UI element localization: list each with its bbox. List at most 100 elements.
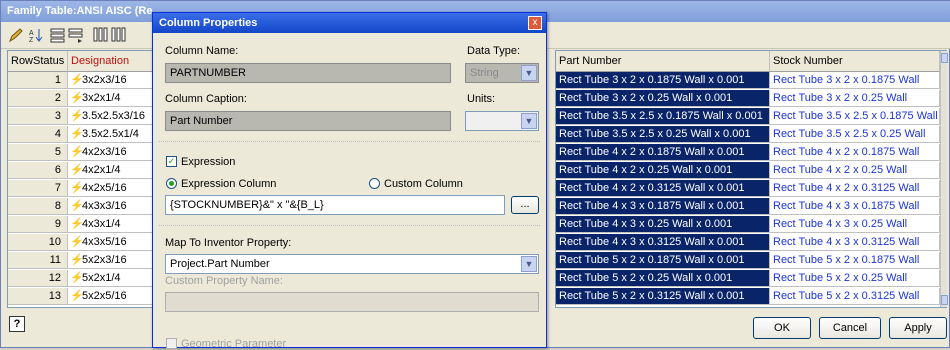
stock-number-cell[interactable]: Rect Tube 5 x 2 x 0.3125 Wall xyxy=(770,288,940,305)
lightning-icon: ⚡ xyxy=(70,254,84,266)
units-select[interactable]: ▼ xyxy=(465,111,539,131)
vertical-scrollbar[interactable] xyxy=(940,51,948,307)
close-icon[interactable]: x xyxy=(528,16,542,30)
header-part-number[interactable]: Part Number xyxy=(556,51,770,72)
stock-number-cell[interactable]: Rect Tube 3 x 2 x 0.25 Wall xyxy=(770,90,940,107)
units-label: Units: xyxy=(467,93,496,105)
designation-text: 4x3x1/4 xyxy=(82,218,121,230)
designation-cell[interactable]: ⚡ 4x3x5/16 xyxy=(68,234,154,251)
insert-column-right-icon[interactable] xyxy=(109,26,126,42)
row-status-cell[interactable]: 3 xyxy=(8,108,68,125)
apply-button[interactable]: Apply xyxy=(889,317,947,339)
part-number-cell[interactable]: Rect Tube 5 x 2 x 0.25 Wall x 0.001 xyxy=(556,270,770,287)
stock-number-cell[interactable]: Rect Tube 3 x 2 x 0.1875 Wall xyxy=(770,72,940,89)
scroll-up-arrow-icon[interactable] xyxy=(941,53,948,63)
data-type-value: String xyxy=(470,67,499,79)
row-status-cell[interactable]: 10 xyxy=(8,234,68,251)
designation-cell[interactable]: ⚡ 3x2x3/16 xyxy=(68,72,154,89)
lightning-icon: ⚡ xyxy=(70,290,84,302)
part-number-cell[interactable]: Rect Tube 5 x 2 x 0.1875 Wall x 0.001 xyxy=(556,252,770,269)
designation-cell[interactable]: ⚡ 4x3x3/16 xyxy=(68,198,154,215)
insert-row-above-icon[interactable] xyxy=(49,26,65,43)
row-status-cell[interactable]: 13 xyxy=(8,288,68,305)
row-status-cell[interactable]: 4 xyxy=(8,126,68,143)
help-icon[interactable]: ? xyxy=(9,316,25,332)
designation-text: 3x2x1/4 xyxy=(82,92,121,104)
row-status-cell[interactable]: 1 xyxy=(8,72,68,89)
designation-cell[interactable]: ⚡ 5x2x5/16 xyxy=(68,288,154,305)
designation-text: 4x2x3/16 xyxy=(82,146,127,158)
row-status-cell[interactable]: 6 xyxy=(8,162,68,179)
part-number-cell[interactable]: Rect Tube 4 x 3 x 0.1875 Wall x 0.001 xyxy=(556,198,770,215)
chevron-down-icon[interactable]: ▼ xyxy=(521,256,537,272)
stock-number-cell[interactable]: Rect Tube 5 x 2 x 0.25 Wall xyxy=(770,270,940,287)
custom-property-field[interactable] xyxy=(165,292,539,312)
divider xyxy=(159,225,540,226)
part-number-cell[interactable]: Rect Tube 5 x 2 x 0.3125 Wall x 0.001 xyxy=(556,288,770,305)
data-type-label: Data Type: xyxy=(467,45,520,57)
part-number-cell[interactable]: Rect Tube 3.5 x 2.5 x 0.25 Wall x 0.001 xyxy=(556,126,770,143)
cancel-button[interactable]: Cancel xyxy=(819,317,881,339)
row-status-cell[interactable]: 12 xyxy=(8,270,68,287)
designation-cell[interactable]: ⚡ 4x3x1/4 xyxy=(68,216,154,233)
header-rowstatus[interactable]: RowStatus xyxy=(8,51,68,72)
stock-number-cell[interactable]: Rect Tube 4 x 2 x 0.25 Wall xyxy=(770,162,940,179)
column-caption-label: Column Caption: xyxy=(165,93,247,105)
stock-number-cell[interactable]: Rect Tube 3.5 x 2.5 x 0.1875 Wall xyxy=(770,108,940,125)
row-status-cell[interactable]: 5 xyxy=(8,144,68,161)
designation-cell[interactable]: ⚡ 4x2x1/4 xyxy=(68,162,154,179)
data-type-select[interactable]: String ▼ xyxy=(465,63,539,83)
chevron-down-icon[interactable]: ▼ xyxy=(521,113,537,129)
scroll-down-arrow-icon[interactable] xyxy=(941,295,948,305)
lightning-icon: ⚡ xyxy=(70,200,84,212)
geometric-parameter-checkbox[interactable] xyxy=(166,338,177,349)
column-caption-field[interactable]: Part Number xyxy=(165,111,451,131)
header-stock-number[interactable]: Stock Number xyxy=(770,51,940,72)
row-status-cell[interactable]: 8 xyxy=(8,198,68,215)
part-number-cell[interactable]: Rect Tube 4 x 2 x 0.3125 Wall x 0.001 xyxy=(556,180,770,197)
part-number-cell[interactable]: Rect Tube 3 x 2 x 0.25 Wall x 0.001 xyxy=(556,90,770,107)
lightning-icon: ⚡ xyxy=(70,110,84,122)
svg-text:Z: Z xyxy=(29,37,34,43)
designation-cell[interactable]: ⚡ 3.5x2.5x3/16 xyxy=(68,108,154,125)
ok-button[interactable]: OK xyxy=(753,317,811,339)
part-number-cell[interactable]: Rect Tube 4 x 3 x 0.25 Wall x 0.001 xyxy=(556,216,770,233)
custom-column-radio[interactable] xyxy=(369,178,380,189)
designation-cell[interactable]: ⚡ 4x2x5/16 xyxy=(68,180,154,197)
part-number-cell[interactable]: Rect Tube 3 x 2 x 0.1875 Wall x 0.001 xyxy=(556,72,770,89)
row-status-cell[interactable]: 11 xyxy=(8,252,68,269)
custom-column-label: Custom Column xyxy=(384,178,463,190)
expression-checkbox[interactable]: ✓ xyxy=(166,156,177,167)
stock-number-cell[interactable]: Rect Tube 4 x 2 x 0.1875 Wall xyxy=(770,144,940,161)
insert-row-below-icon[interactable] xyxy=(67,26,83,43)
stock-number-cell[interactable]: Rect Tube 3.5 x 2.5 x 0.25 Wall xyxy=(770,126,940,143)
browse-button[interactable]: ... xyxy=(511,196,539,214)
row-status-cell[interactable]: 2 xyxy=(8,90,68,107)
stock-number-cell[interactable]: Rect Tube 5 x 2 x 0.1875 Wall xyxy=(770,252,940,269)
map-property-select[interactable]: Project.Part Number ▼ xyxy=(165,254,539,274)
row-status-cell[interactable]: 7 xyxy=(8,180,68,197)
designation-cell[interactable]: ⚡ 3x2x1/4 xyxy=(68,90,154,107)
designation-cell[interactable]: ⚡ 5x2x3/16 xyxy=(68,252,154,269)
stock-number-cell[interactable]: Rect Tube 4 x 2 x 0.3125 Wall xyxy=(770,180,940,197)
edit-pencil-icon[interactable] xyxy=(7,26,23,43)
part-number-cell[interactable]: Rect Tube 4 x 2 x 0.1875 Wall x 0.001 xyxy=(556,144,770,161)
stock-number-cell[interactable]: Rect Tube 4 x 3 x 0.25 Wall xyxy=(770,216,940,233)
part-number-cell[interactable]: Rect Tube 3.5 x 2.5 x 0.1875 Wall x 0.00… xyxy=(556,108,770,125)
insert-column-left-icon[interactable] xyxy=(91,26,108,42)
expression-column-radio[interactable] xyxy=(166,178,177,189)
stock-number-cell[interactable]: Rect Tube 4 x 3 x 0.1875 Wall xyxy=(770,198,940,215)
expression-input[interactable]: {STOCKNUMBER}&" x "&{B_L} xyxy=(165,195,505,215)
designation-cell[interactable]: ⚡ 3.5x2.5x1/4 xyxy=(68,126,154,143)
sort-az-icon[interactable]: AZ xyxy=(27,26,43,44)
designation-cell[interactable]: ⚡ 4x2x3/16 xyxy=(68,144,154,161)
header-designation[interactable]: Designation xyxy=(68,51,154,72)
designation-text: 4x3x5/16 xyxy=(82,236,127,248)
row-status-cell[interactable]: 9 xyxy=(8,216,68,233)
stock-number-cell[interactable]: Rect Tube 4 x 3 x 0.3125 Wall xyxy=(770,234,940,251)
part-number-cell[interactable]: Rect Tube 4 x 2 x 0.25 Wall x 0.001 xyxy=(556,162,770,179)
column-name-field[interactable]: PARTNUMBER xyxy=(165,63,451,83)
designation-cell[interactable]: ⚡ 5x2x1/4 xyxy=(68,270,154,287)
part-number-cell[interactable]: Rect Tube 4 x 3 x 0.3125 Wall x 0.001 xyxy=(556,234,770,251)
chevron-down-icon[interactable]: ▼ xyxy=(521,65,537,81)
